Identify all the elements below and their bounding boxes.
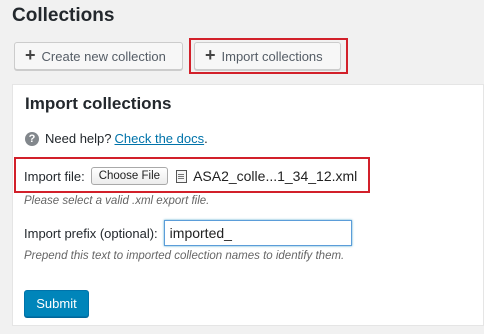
- submit-button[interactable]: Submit: [24, 290, 89, 317]
- create-new-collection-label: Create new collection: [41, 48, 166, 64]
- import-collections-label: Import collections: [221, 48, 323, 64]
- import-prefix-description: Prepend this text to imported collection…: [24, 250, 345, 262]
- import-collections-button[interactable]: + Import collections: [194, 42, 341, 70]
- help-suffix: .: [204, 131, 208, 146]
- help-row: ? Need help? Check the docs.: [25, 131, 208, 146]
- page-title: Collections: [12, 5, 115, 26]
- choose-file-button[interactable]: Choose File: [90, 167, 169, 185]
- question-circle-icon: ?: [25, 131, 39, 146]
- import-prefix-row: Import prefix (optional):: [24, 220, 352, 246]
- import-prefix-input[interactable]: [163, 220, 352, 246]
- check-the-docs-link[interactable]: Check the docs: [115, 131, 205, 146]
- import-prefix-label: Import prefix (optional):: [24, 225, 158, 241]
- import-panel-title: Import collections: [25, 94, 172, 113]
- import-file-row: Import file: Choose File ASA2_colle...1_…: [24, 165, 357, 187]
- import-file-label: Import file:: [24, 168, 85, 184]
- import-file-description: Please select a valid .xml export file.: [24, 195, 210, 207]
- plus-icon: +: [205, 45, 216, 65]
- file-icon: [176, 169, 188, 183]
- help-text: Need help?: [45, 131, 112, 146]
- create-new-collection-button[interactable]: + Create new collection: [14, 42, 183, 70]
- selected-file-name: ASA2_colle...1_34_12.xml: [193, 168, 358, 184]
- plus-icon: +: [25, 45, 36, 65]
